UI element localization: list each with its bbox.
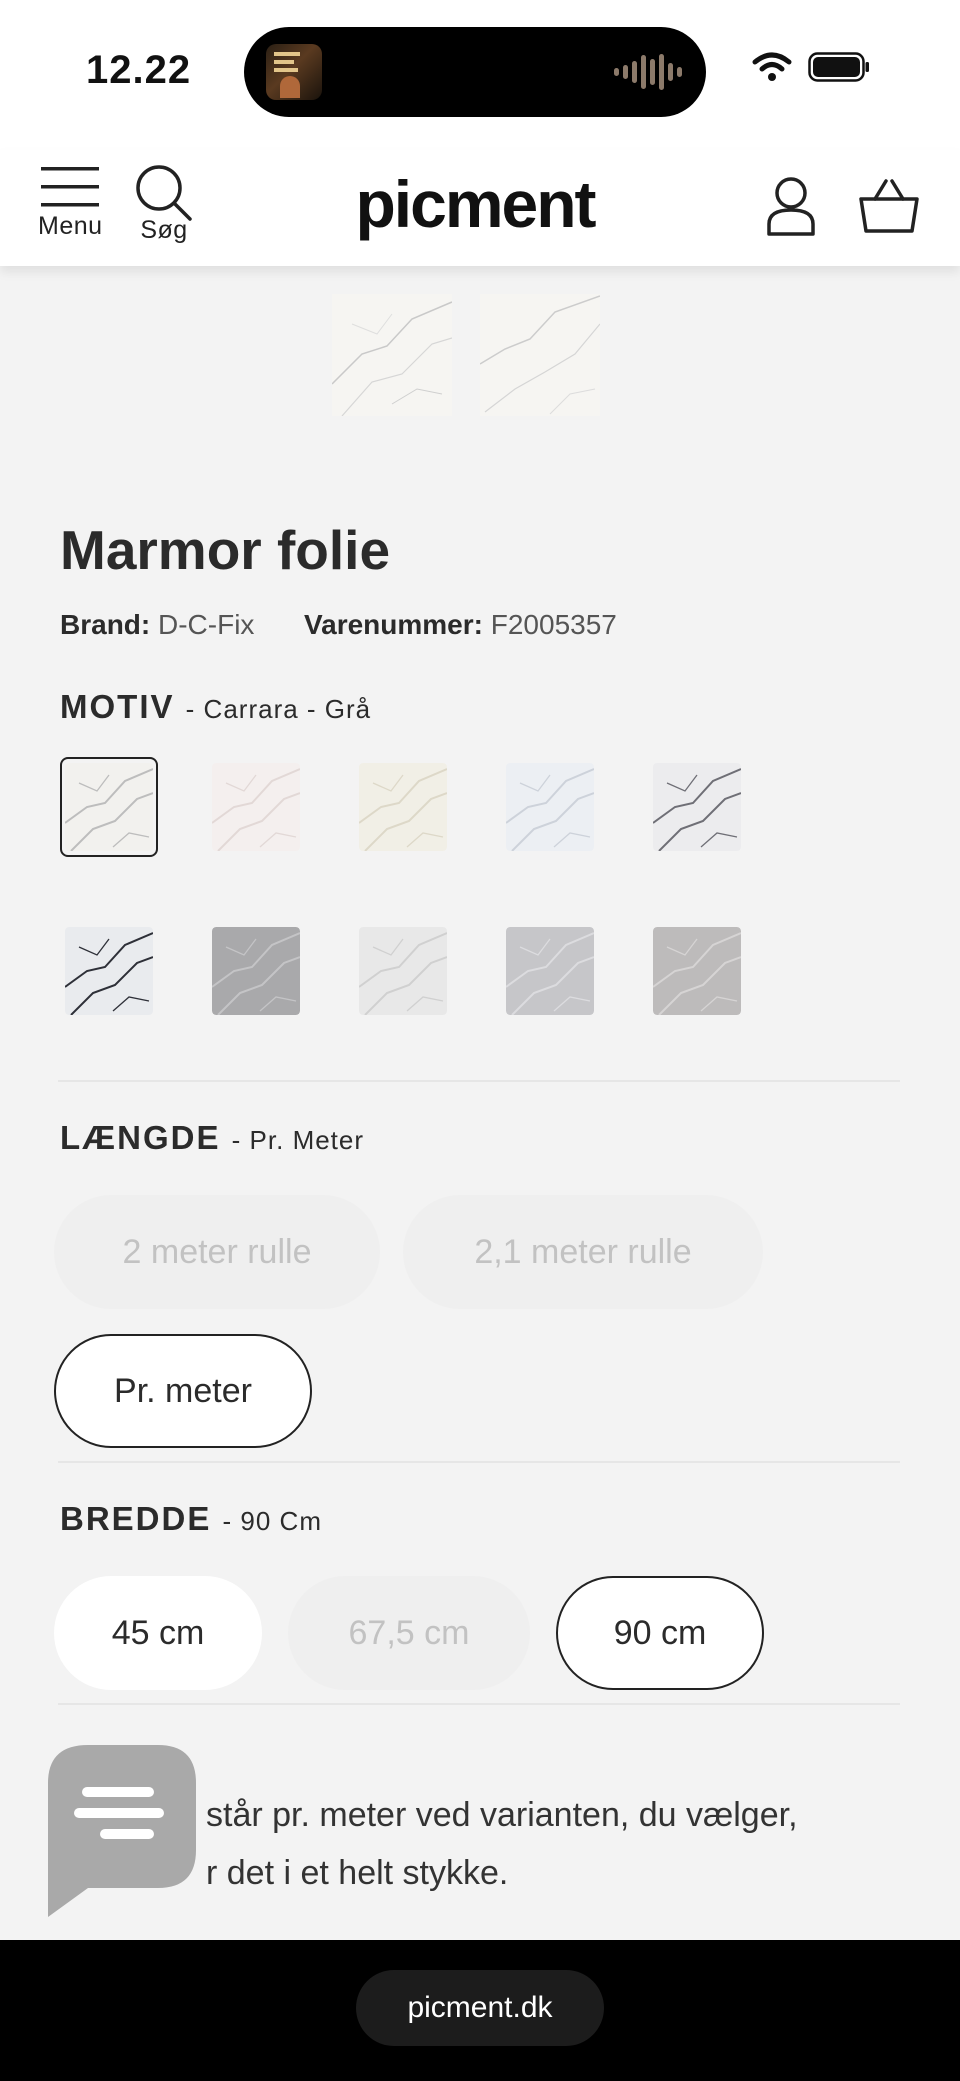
motiv-label: MOTIV: [60, 688, 175, 725]
site-header: Menu Søg picment: [0, 150, 960, 266]
browser-bar: picment.dk: [0, 1940, 960, 2081]
menu-button[interactable]: Menu: [38, 164, 103, 241]
laengde-selected: - Pr. Meter: [231, 1125, 365, 1155]
marble-texture: [506, 927, 594, 1015]
width-option-90cm[interactable]: 90 cm: [556, 1576, 764, 1690]
status-bar: 12.22: [0, 0, 960, 150]
laengde-label: LÆNGDE: [60, 1119, 221, 1156]
product-title: Marmor folie: [60, 519, 391, 581]
chat-button[interactable]: [48, 1745, 196, 1917]
account-icon[interactable]: [766, 176, 816, 236]
length-option-2m[interactable]: 2 meter rulle: [54, 1195, 380, 1309]
product-meta: Brand: D-C-Fix Varenummer: F2005357: [60, 609, 617, 641]
motiv-swatch-2[interactable]: [207, 757, 305, 857]
marble-texture: [65, 927, 153, 1015]
motiv-swatch-6[interactable]: [60, 921, 158, 1021]
laengde-heading: LÆNGDE - Pr. Meter: [60, 1119, 364, 1157]
width-option-67-5cm[interactable]: 67,5 cm: [288, 1576, 530, 1690]
motiv-swatch-3[interactable]: [354, 757, 452, 857]
search-label: Søg: [140, 216, 188, 244]
motiv-swatches: [60, 757, 746, 1021]
product-thumbnail[interactable]: [480, 294, 600, 416]
length-option-per-meter[interactable]: Pr. meter: [54, 1334, 312, 1448]
marble-texture: [359, 927, 447, 1015]
status-icons: [752, 52, 870, 82]
motiv-swatch-9[interactable]: [501, 921, 599, 1021]
motiv-heading: MOTIV - Carrara - Grå: [60, 688, 371, 726]
dynamic-island[interactable]: [244, 27, 706, 117]
product-thumbnail[interactable]: [332, 294, 452, 416]
status-time: 12.22: [86, 48, 192, 92]
chat-icon: [48, 1745, 196, 1917]
motiv-swatch-4[interactable]: [501, 757, 599, 857]
sku-value: F2005357: [490, 609, 617, 640]
motiv-swatch-1[interactable]: [60, 757, 158, 857]
motiv-swatch-5[interactable]: [648, 757, 746, 857]
menu-label: Menu: [38, 212, 103, 240]
wifi-icon: [752, 52, 792, 81]
basket-icon[interactable]: [858, 178, 920, 234]
search-icon: [136, 165, 192, 221]
motiv-swatch-7[interactable]: [207, 921, 305, 1021]
marble-texture: [359, 763, 447, 851]
site-logo[interactable]: picment: [340, 166, 610, 242]
marble-texture: [212, 927, 300, 1015]
marble-texture: [65, 763, 153, 851]
product-thumbnails: [332, 294, 600, 416]
length-option-2-1m[interactable]: 2,1 meter rulle: [403, 1195, 763, 1309]
hamburger-icon: [41, 167, 100, 207]
divider: [58, 1461, 900, 1463]
marble-texture: [212, 763, 300, 851]
motiv-swatch-8[interactable]: [354, 921, 452, 1021]
marble-texture: [506, 763, 594, 851]
width-option-45cm[interactable]: 45 cm: [54, 1576, 262, 1690]
brand-label: Brand:: [60, 609, 151, 640]
motiv-swatch-10[interactable]: [648, 921, 746, 1021]
brand-value: D-C-Fix: [158, 609, 255, 640]
audio-waveform-icon: [614, 53, 682, 91]
divider: [58, 1703, 900, 1705]
motiv-selected: - Carrara - Grå: [185, 694, 372, 724]
sku-label: Varenummer:: [304, 609, 483, 640]
divider: [58, 1080, 900, 1082]
bredde-heading: BREDDE - 90 Cm: [60, 1500, 322, 1538]
now-playing-artwork: [266, 44, 322, 100]
battery-icon: [808, 52, 869, 82]
bredde-label: BREDDE: [60, 1500, 212, 1537]
marble-texture: [653, 927, 741, 1015]
search-button[interactable]: Søg: [134, 164, 194, 245]
marble-texture: [653, 763, 741, 851]
address-bar[interactable]: picment.dk: [356, 1970, 604, 2046]
bredde-selected: - 90 Cm: [222, 1506, 322, 1536]
